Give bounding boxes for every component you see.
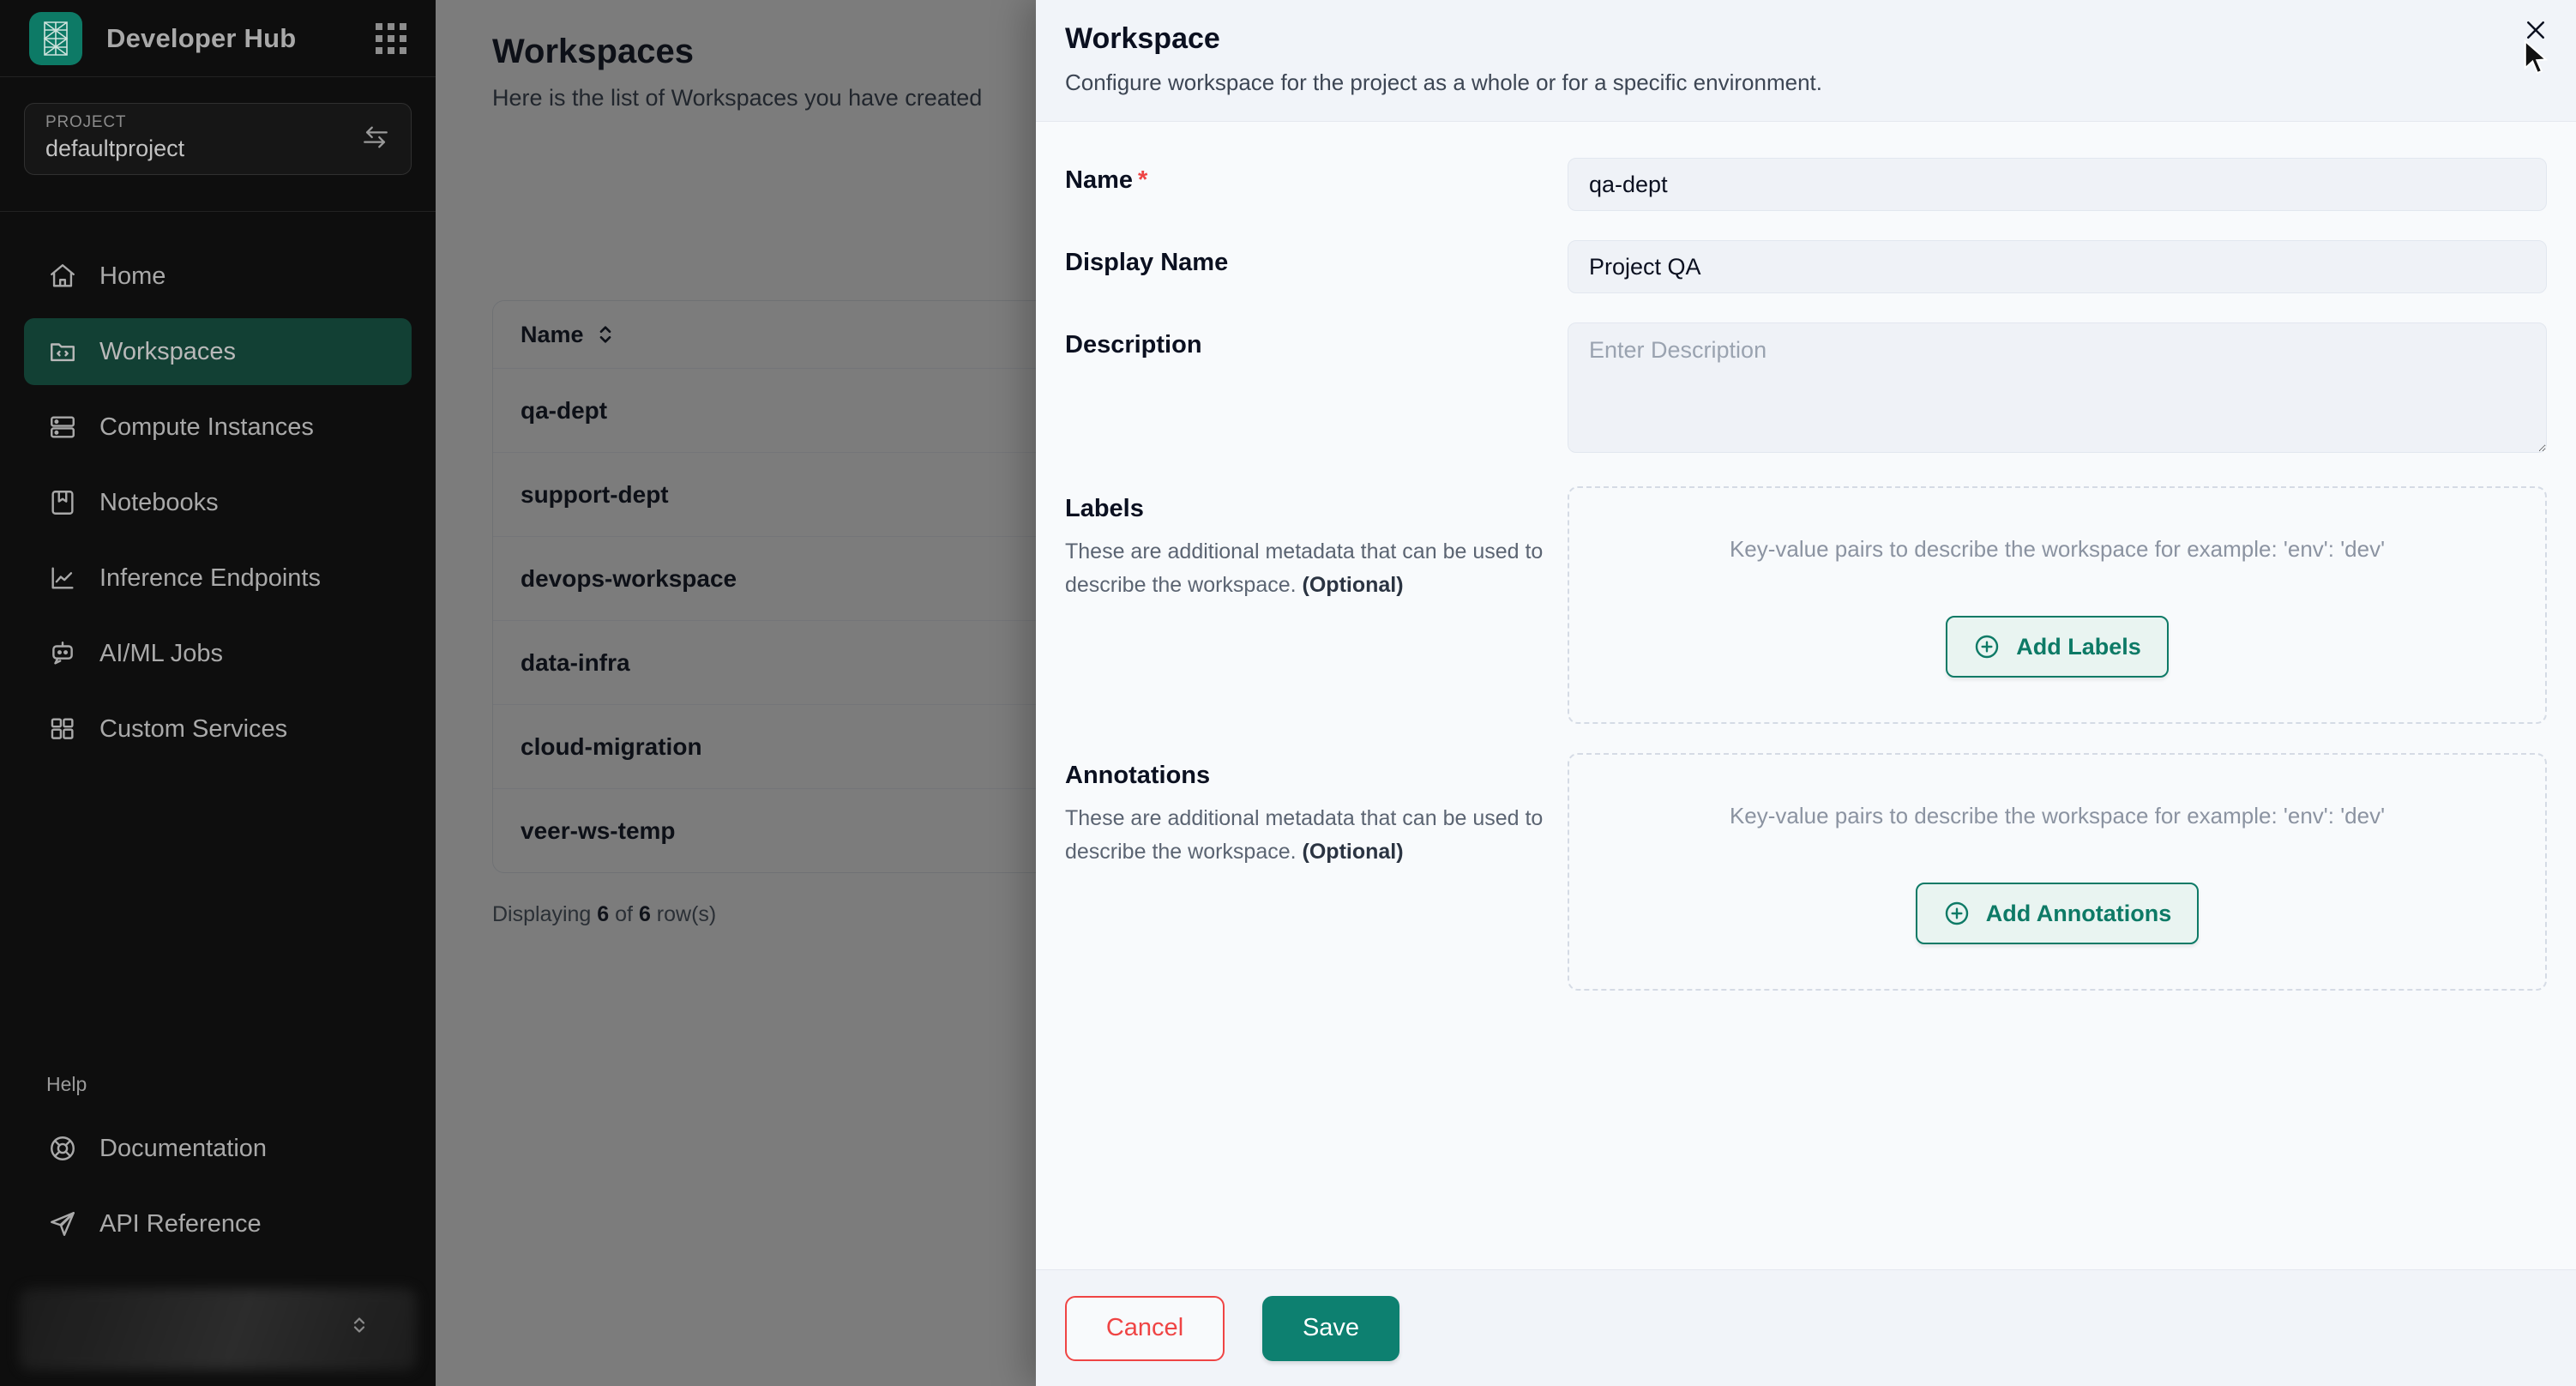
robot-icon [46, 637, 79, 670]
name-label-text: Name [1065, 166, 1133, 194]
labels-label: Labels [1065, 495, 1144, 522]
add-annotations-label: Add Annotations [1985, 900, 2172, 926]
field-row-description: Description [1065, 322, 2547, 457]
sidebar-item-label: Workspaces [99, 337, 237, 365]
add-labels-button[interactable]: Add Labels [1946, 616, 2169, 678]
swap-arrows-icon [364, 126, 388, 148]
sidebar-item-label: Custom Services [99, 714, 288, 743]
sidebar: Developer Hub PROJECT defaultproject Hom… [0, 0, 436, 1386]
modal-description: Configure workspace for the project as a… [1065, 69, 1822, 95]
sidebar-item-label: AI/ML Jobs [99, 639, 223, 667]
grid-apps-icon[interactable] [376, 22, 406, 54]
add-labels-label: Add Labels [2016, 633, 2141, 660]
blocks-icon [46, 713, 79, 745]
project-switcher[interactable]: PROJECT defaultproject [24, 103, 412, 175]
brand-header: Developer Hub [0, 0, 436, 77]
labels-dropzone: Key-value pairs to describe the workspac… [1568, 486, 2547, 724]
sidebar-item-label: API Reference [99, 1209, 262, 1238]
plus-circle-icon [1945, 901, 1968, 925]
sidebar-nav: Home Workspaces Compute Instances Notebo… [0, 212, 436, 1073]
server-icon [46, 411, 79, 443]
sidebar-item-notebooks[interactable]: Notebooks [24, 469, 412, 536]
chevron-up-down-icon[interactable] [346, 1312, 372, 1338]
help-section-title: Help [46, 1073, 87, 1095]
annotations-dropzone: Key-value pairs to describe the workspac… [1568, 753, 2547, 991]
send-paper-plane-icon [46, 1208, 79, 1240]
annotations-label: Annotations [1065, 762, 1211, 789]
field-row-name: Name * [1065, 158, 2547, 211]
add-annotations-button[interactable]: Add Annotations [1915, 883, 2200, 944]
sidebar-item-label: Compute Instances [99, 413, 314, 441]
sidebar-item-label: Notebooks [99, 488, 219, 516]
modal-body: Name* Display Name Description [1036, 122, 2576, 1269]
display-name-label: Display Name [1065, 249, 1229, 276]
sidebar-item-label: Inference Endpoints [99, 563, 321, 592]
app-root: Developer Hub PROJECT defaultproject Hom… [0, 0, 2576, 1386]
sidebar-item-inference-endpoints[interactable]: Inference Endpoints [24, 545, 412, 612]
cancel-button[interactable]: Cancel [1065, 1295, 1225, 1361]
modal-header: Workspace Configure workspace for the pr… [1036, 0, 2576, 122]
sidebar-item-home[interactable]: Home [24, 243, 412, 310]
sidebar-item-compute-instances[interactable]: Compute Instances [24, 394, 412, 461]
sidebar-item-label: Documentation [99, 1134, 268, 1162]
save-button[interactable]: Save [1262, 1295, 1399, 1361]
notebook-icon [46, 486, 79, 519]
project-value: defaultproject [45, 135, 185, 161]
home-icon [46, 260, 79, 292]
project-label: PROJECT [45, 112, 127, 131]
sidebar-item-custom-services[interactable]: Custom Services [24, 696, 412, 762]
display-name-input[interactable] [1568, 240, 2547, 293]
labels-optional-tag: (Optional) [1302, 572, 1404, 597]
close-icon[interactable] [2518, 12, 2554, 48]
field-row-labels: Labels These are additional metadata tha… [1065, 486, 2547, 724]
sidebar-item-ai-ml-jobs[interactable]: AI/ML Jobs [24, 620, 412, 687]
folder-code-icon [46, 335, 79, 368]
sidebar-item-documentation[interactable]: Documentation [24, 1115, 412, 1182]
labels-hint: Key-value pairs to describe the workspac… [1729, 536, 2386, 562]
annotations-help-text: These are additional metadata that can b… [1065, 802, 1545, 869]
labels-help-text: These are additional metadata that can b… [1065, 535, 1545, 602]
workspace-modal: Workspace Configure workspace for the pr… [1036, 0, 2576, 1386]
field-row-display-name: Display Name [1065, 240, 2547, 293]
name-label: Name * [1065, 166, 1568, 195]
hexagon-lattice-logo [29, 11, 82, 65]
description-textarea[interactable] [1568, 322, 2547, 453]
annotations-optional-tag: (Optional) [1302, 839, 1404, 864]
plus-circle-icon [1976, 635, 1999, 659]
help-section: Help Documentation API Reference [0, 1073, 436, 1266]
modal-footer: Cancel Save [1036, 1269, 2576, 1386]
annotations-hint: Key-value pairs to describe the workspac… [1729, 803, 2386, 829]
sidebar-item-label: Home [99, 262, 166, 290]
field-row-annotations: Annotations These are additional metadat… [1065, 753, 2547, 991]
name-input[interactable] [1568, 158, 2547, 211]
line-chart-icon [46, 562, 79, 594]
sidebar-item-api-reference[interactable]: API Reference [24, 1190, 412, 1257]
description-label: Description [1065, 331, 1202, 359]
sidebar-item-workspaces[interactable]: Workspaces [24, 318, 412, 385]
modal-title: Workspace [1065, 22, 1220, 55]
brand-title: Developer Hub [106, 22, 297, 53]
lifebuoy-icon [46, 1132, 79, 1165]
required-asterisk: * [1138, 166, 1148, 194]
